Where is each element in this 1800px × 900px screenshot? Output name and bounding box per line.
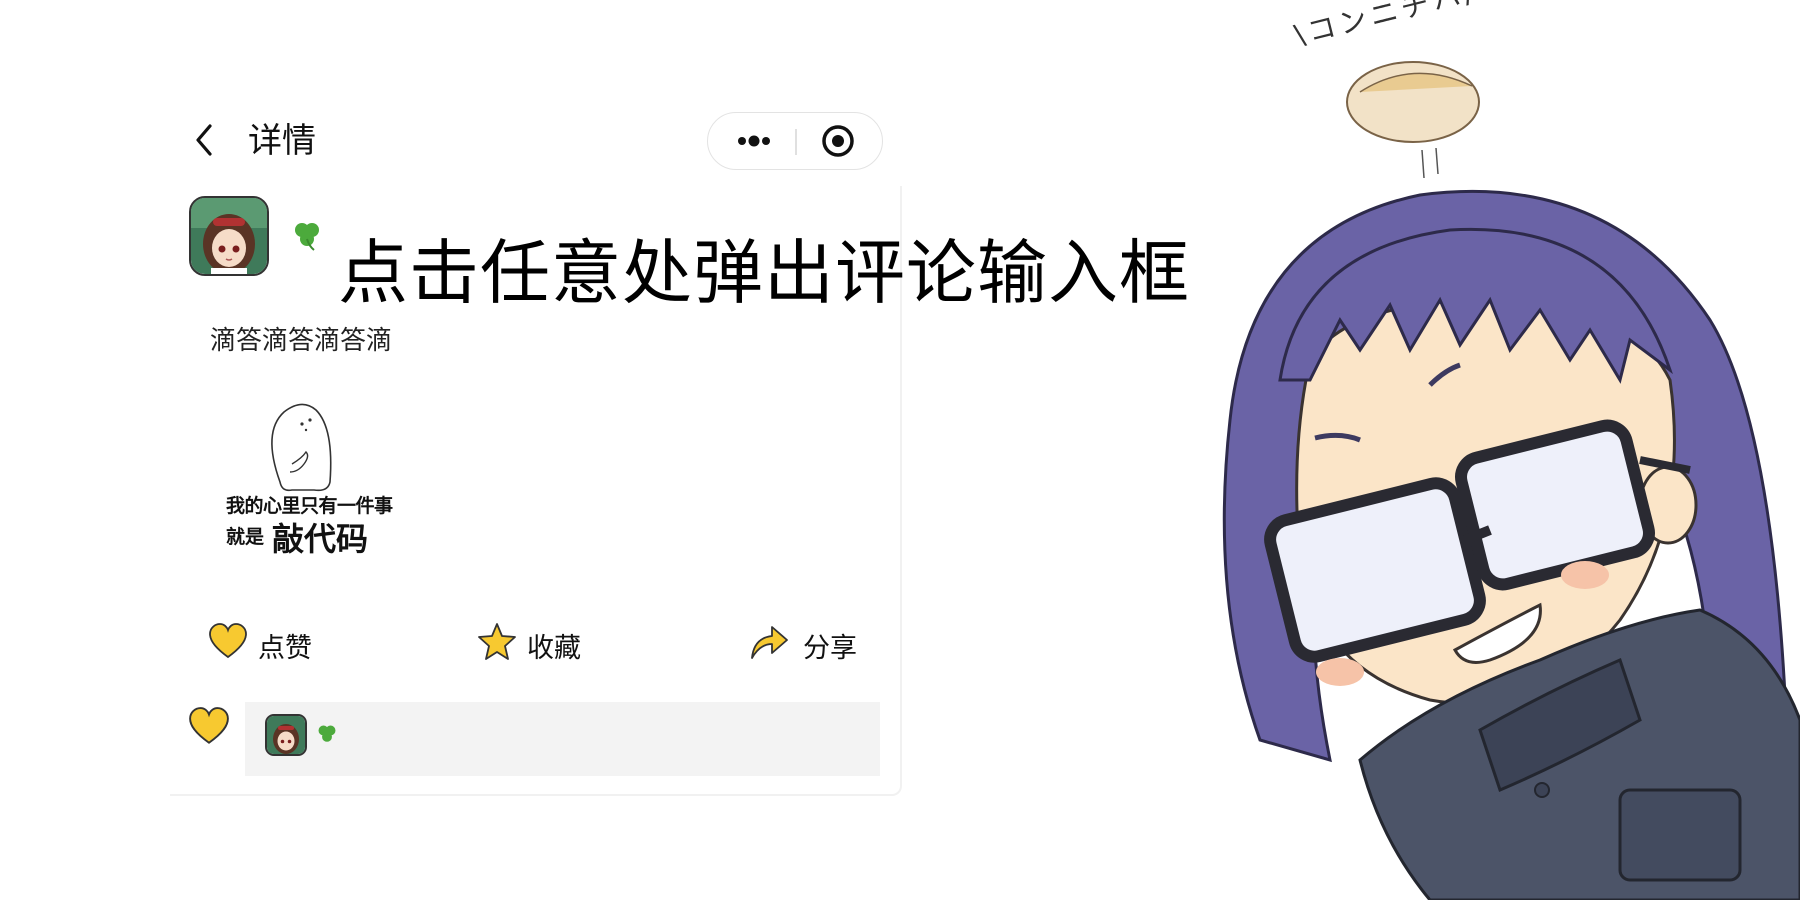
anime-girl-avatar-image (191, 198, 267, 274)
chevron-left-icon (196, 124, 212, 156)
heart-icon (209, 623, 247, 659)
mascot-girl-glasses-illustration (1222, 61, 1800, 900)
anime-girl-avatar-image (267, 716, 305, 754)
page-title: 详情 (248, 121, 316, 161)
target-close-icon (822, 125, 854, 157)
capsule-divider (795, 129, 797, 155)
meme-caption-line2a: 就是 (226, 526, 265, 548)
likes-heart-icon (189, 707, 229, 744)
share-label: 分享 (803, 633, 857, 664)
close-miniprogram-button[interactable] (808, 121, 868, 161)
mini-program-capsule (707, 112, 883, 170)
meme-caption-line2b: 敲代码 (272, 520, 369, 558)
like-button[interactable]: 点赞 (208, 618, 328, 668)
back-button[interactable] (188, 120, 224, 160)
more-button[interactable] (724, 121, 784, 161)
post-text: 滴答滴答滴答滴 (210, 326, 393, 356)
author-avatar[interactable] (189, 196, 269, 276)
liker-avatar[interactable] (265, 714, 307, 756)
like-label: 点赞 (258, 633, 312, 664)
more-dots-icon (738, 135, 770, 147)
share-button[interactable]: 分享 (748, 618, 868, 668)
star-icon (478, 623, 516, 660)
comment-hint-overlay[interactable]: 点击任意处弹出评论输入框 (338, 228, 1190, 318)
likes-list (245, 702, 880, 776)
favorite-label: 收藏 (527, 633, 581, 664)
clover-icon (318, 725, 336, 742)
clover-icon (295, 223, 319, 251)
favorite-button[interactable]: 收藏 (477, 618, 597, 668)
share-arrow-icon (751, 626, 788, 659)
